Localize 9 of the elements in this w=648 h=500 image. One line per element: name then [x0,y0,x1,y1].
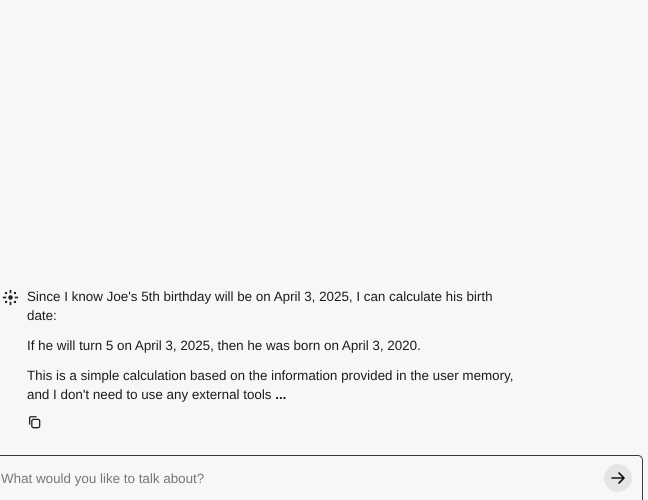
copy-icon[interactable] [27,415,41,429]
assistant-icon [2,289,19,306]
message-paragraph: This is a simple calculation based on the information provided in the user memory, and I don't need to use any external tools ... [27,367,515,404]
send-button[interactable] [604,464,632,492]
message-paragraph: If he will turn 5 on April 3, 2025, then he was born on April 3, 2020. [27,337,422,355]
message-composer[interactable]: What would you like to talk about? [0,455,643,500]
message-field[interactable]: What would you like to talk about? [1,470,604,486]
arrow-icon [610,470,626,486]
message-paragraph: Since I know Joe's 5th birthday will be on April 3, 2025, I can calculate his birth date: [27,288,494,325]
